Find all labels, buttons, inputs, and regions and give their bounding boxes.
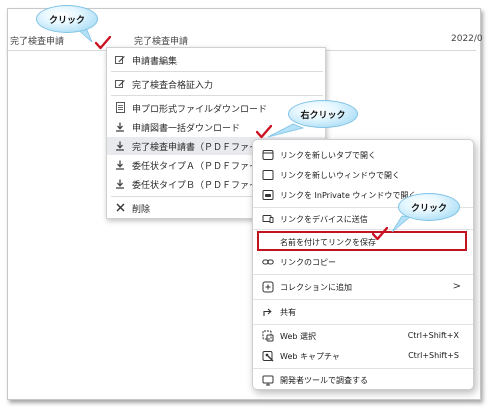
menu-item-add-to-collection[interactable]: コレクションに追加 >	[253, 277, 473, 297]
menu-divider	[253, 324, 473, 325]
header-cell-date: 2022/0	[451, 34, 483, 44]
menu-item-share[interactable]: 共有	[253, 302, 473, 322]
menu-item-edit-application[interactable]: 申請書編集	[107, 51, 325, 69]
menu-divider	[253, 368, 473, 369]
share-icon	[262, 306, 274, 318]
callout-right-click: 右クリック	[288, 100, 358, 128]
menu-item-open-new-tab[interactable]: リンクを新しいタブで開く	[253, 145, 473, 165]
callout-click-2: クリック	[398, 193, 460, 221]
header-cell-status: 完了検査申請	[134, 37, 189, 47]
check-icon	[372, 227, 388, 241]
devtools-icon	[262, 374, 274, 386]
menu-item-devtools[interactable]: 開発者ツールで調査する	[253, 370, 473, 390]
menu-item-web-select[interactable]: Web 選択 Ctrl+Shift+X	[253, 326, 473, 346]
new-window-icon	[262, 169, 274, 181]
browser-context-menu: リンクを新しいタブで開く リンクを新しいウィンドウで開く リンクを InPriv…	[252, 139, 474, 390]
menu-divider	[253, 229, 473, 230]
menu-item-web-capture[interactable]: Web キャプチャ Ctrl+Shift+S	[253, 346, 473, 366]
download-icon	[115, 159, 125, 170]
menu-item-certificate-input[interactable]: 完了検査合格証入力	[107, 75, 325, 93]
shortcut-label: Ctrl+Shift+S	[408, 351, 459, 360]
edit-icon	[115, 78, 125, 89]
menu-item-copy-link[interactable]: リンクのコピー	[253, 252, 473, 272]
new-tab-icon	[262, 149, 274, 161]
file-icon	[115, 102, 125, 113]
check-icon	[256, 125, 272, 139]
link-icon	[262, 256, 274, 268]
highlight-box	[257, 231, 467, 251]
menu-divider	[111, 71, 323, 72]
table-header-row: 完了検査申請 完了検査申請 2022/0	[6, 34, 483, 48]
shortcut-label: Ctrl+Shift+X	[407, 331, 459, 340]
check-icon	[95, 36, 111, 50]
collection-icon	[262, 281, 274, 293]
menu-item-open-new-window[interactable]: リンクを新しいウィンドウで開く	[253, 165, 473, 185]
menu-divider	[253, 274, 473, 275]
header-cell-type: 完了検査申請	[10, 37, 65, 47]
download-icon	[115, 178, 125, 189]
close-icon	[115, 202, 125, 213]
menu-divider	[111, 95, 323, 96]
chevron-right-icon: >	[452, 281, 461, 292]
web-select-icon	[262, 330, 274, 342]
download-icon	[115, 121, 125, 132]
inprivate-icon	[262, 189, 274, 201]
download-icon	[115, 140, 125, 151]
web-capture-icon	[262, 350, 274, 362]
edit-icon	[115, 54, 125, 65]
callout-click-1: クリック	[36, 5, 98, 33]
menu-divider	[253, 299, 473, 300]
send-device-icon	[262, 213, 274, 225]
